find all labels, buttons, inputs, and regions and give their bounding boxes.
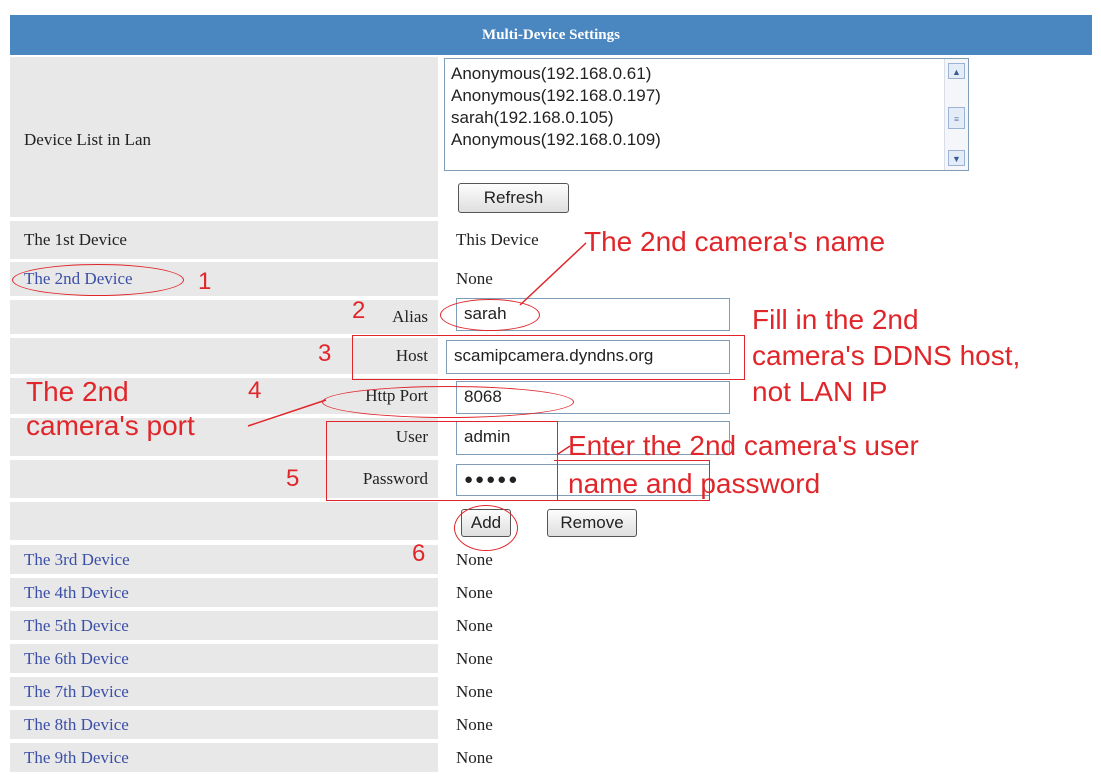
device-9-link[interactable]: The 9th Device — [24, 743, 129, 772]
port-annotation-line-2: camera's port — [26, 410, 195, 441]
step-5-number: 5 — [286, 465, 300, 492]
remove-button[interactable]: Remove — [547, 509, 637, 537]
device-8-value: None — [456, 715, 493, 734]
first-device-label-cell: The 1st Device — [10, 221, 438, 259]
port-highlight — [322, 386, 574, 418]
scroll-down-icon[interactable]: ▼ — [948, 150, 965, 166]
device-6-value: None — [456, 649, 493, 668]
device-3-link[interactable]: The 3rd Device — [24, 545, 130, 574]
device-list-label-cell: Device List in Lan — [10, 57, 438, 217]
step-3-number: 3 — [318, 340, 332, 367]
user-annotation-line-1: Enter the 2nd camera's user — [568, 430, 919, 461]
device-7-link[interactable]: The 7th Device — [24, 677, 129, 706]
device-6-label-cell: The 6th Device — [10, 644, 438, 673]
device-7-label-cell: The 7th Device — [10, 677, 438, 706]
device-7-value: None — [456, 682, 493, 701]
device-4-value: None — [456, 583, 493, 602]
refresh-button[interactable]: Refresh — [458, 183, 569, 213]
port-annotation-line-1: The 2nd — [26, 376, 129, 407]
first-device-value: This Device — [456, 230, 539, 249]
device-8-link[interactable]: The 8th Device — [24, 710, 129, 739]
alias-highlight — [440, 299, 540, 331]
step-2-number: 2 — [352, 297, 366, 324]
list-item[interactable]: sarah(192.168.0.105) — [451, 107, 962, 129]
buttons-label-cell — [10, 502, 438, 540]
device-4-link[interactable]: The 4th Device — [24, 578, 129, 607]
page-title: Multi-Device Settings — [10, 15, 1092, 55]
device-9-label-cell: The 9th Device — [10, 743, 438, 772]
list-item[interactable]: Anonymous(192.168.0.109) — [451, 129, 962, 151]
alias-label: Alias — [392, 307, 428, 326]
add-highlight — [454, 505, 518, 551]
second-device-value: None — [456, 269, 493, 288]
device-8-label-cell: The 8th Device — [10, 710, 438, 739]
host-highlight-box — [352, 335, 745, 380]
device-4-label-cell: The 4th Device — [10, 578, 438, 607]
device-5-label-cell: The 5th Device — [10, 611, 438, 640]
list-item[interactable]: Anonymous(192.168.0.197) — [451, 85, 962, 107]
device-5-value: None — [456, 616, 493, 635]
name-annotation: The 2nd camera's name — [584, 226, 886, 257]
scroll-up-icon[interactable]: ▲ — [948, 63, 965, 79]
alias-label-cell: Alias — [10, 300, 438, 334]
second-device-highlight — [12, 264, 184, 296]
step-6-number: 6 — [412, 540, 426, 567]
user-highlight-box — [326, 421, 558, 501]
device-9-value: None — [456, 748, 493, 767]
device-list-label: Device List in Lan — [24, 130, 151, 149]
first-device-label: The 1st Device — [24, 230, 127, 249]
host-annotation-line-1: Fill in the 2nd — [752, 304, 919, 335]
device-3-label-cell: The 3rd Device — [10, 545, 438, 574]
host-annotation-line-3: not LAN IP — [752, 376, 888, 407]
host-annotation-line-2: camera's DDNS host, — [752, 340, 1021, 371]
user-annotation-line-2: name and password — [568, 468, 821, 499]
step-4-number: 4 — [248, 377, 262, 404]
list-item[interactable]: Anonymous(192.168.0.61) — [451, 63, 962, 85]
device-list-box[interactable]: Anonymous(192.168.0.61) Anonymous(192.16… — [444, 58, 969, 171]
scroll-thumb[interactable]: ≡ — [948, 107, 965, 129]
device-5-link[interactable]: The 5th Device — [24, 611, 129, 640]
device-6-link[interactable]: The 6th Device — [24, 644, 129, 673]
step-1-number: 1 — [198, 268, 212, 295]
